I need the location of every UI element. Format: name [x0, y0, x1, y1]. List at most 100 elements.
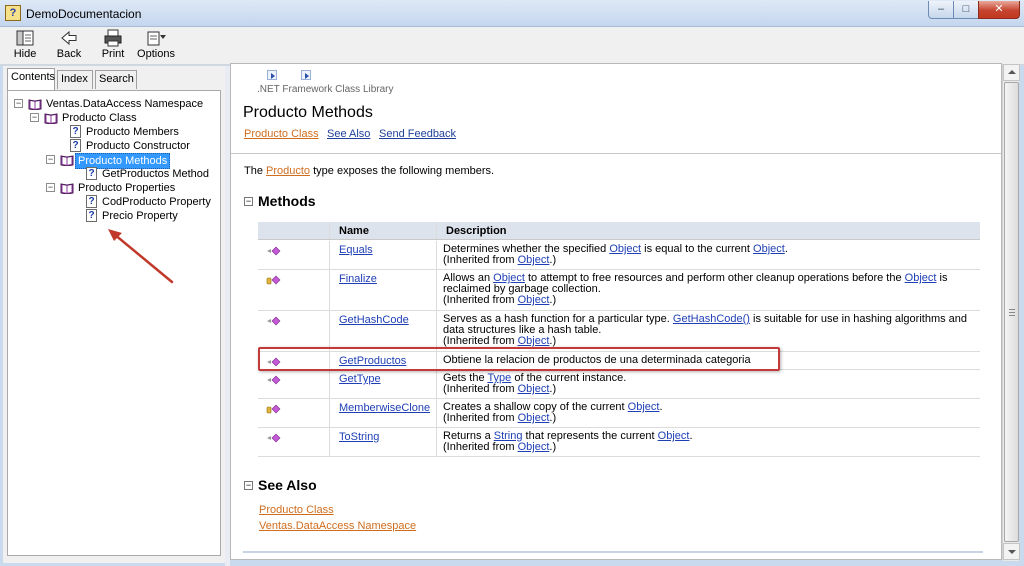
header-cell-name: Name [331, 222, 437, 239]
method-description: Creates a shallow copy of the current Ob… [443, 401, 663, 424]
book-open-icon [60, 183, 74, 194]
method-icon-cell [258, 311, 330, 351]
tab-contents[interactable]: Contents [7, 68, 55, 90]
help-app-icon: ? [5, 5, 21, 21]
inherited-from-link[interactable]: Object [518, 335, 550, 347]
collapse-icon[interactable]: − [30, 113, 39, 122]
table-header-row: Name Description [258, 222, 980, 240]
tree-node-class[interactable]: − Producto Class [30, 111, 214, 125]
back-arrow-icon [61, 30, 77, 46]
inherited-from-link[interactable]: Object [518, 383, 550, 395]
tree-node-members[interactable]: ? Producto Members [70, 125, 214, 139]
scroll-up-icon[interactable] [1003, 64, 1020, 81]
producto-type-link[interactable]: Producto [266, 165, 310, 177]
close-button[interactable]: ✕ [978, 1, 1020, 19]
table-row: ToString Returns a String that represents… [258, 428, 980, 457]
method-link[interactable]: Equals [339, 244, 373, 256]
type-link[interactable]: Object [658, 430, 690, 442]
contents-tree: − Ventas.DataAccess Namespace − Producto… [7, 90, 221, 556]
tree-node-codproducto[interactable]: ? CodProducto Property [86, 195, 214, 209]
method-icon-cell [258, 428, 330, 456]
tab-index[interactable]: Index [57, 70, 93, 89]
collapse-section-icon[interactable]: − [244, 197, 253, 206]
hide-button[interactable]: Hide [10, 29, 40, 63]
method-link[interactable]: GetType [339, 373, 381, 385]
collapse-section-icon[interactable]: − [244, 481, 253, 490]
method-description-cell: Determines whether the specified Object … [438, 241, 978, 269]
collapse-icon[interactable]: − [46, 183, 55, 192]
method-icon-cell [258, 241, 330, 269]
header-cell-description: Description [446, 225, 507, 237]
method-name-cell: MemberwiseClone [331, 399, 437, 427]
collapse-icon[interactable]: − [46, 155, 55, 164]
tree-node-namespace[interactable]: − Ventas.DataAccess Namespace [14, 97, 214, 111]
hide-label: Hide [13, 48, 37, 60]
table-row: GetType Gets the Type of the current inst… [258, 370, 980, 399]
back-button[interactable]: Back [54, 29, 84, 63]
method-name-cell: ToString [331, 428, 437, 456]
method-link[interactable]: ToString [339, 431, 379, 443]
options-label: Options [137, 48, 175, 60]
maximize-button[interactable]: □ [953, 1, 979, 19]
table-row: MemberwiseClone Creates a shallow copy of… [258, 399, 980, 428]
type-link[interactable]: Object [628, 401, 660, 413]
see-also-class-link[interactable]: Producto Class [259, 504, 334, 516]
see-also-namespace-link[interactable]: Ventas.DataAccess Namespace [259, 520, 416, 532]
public-method-icon [267, 246, 281, 256]
type-link[interactable]: Object [905, 272, 937, 284]
method-name-cell: GetHashCode [331, 311, 437, 351]
help-topic-icon: ? [86, 167, 97, 180]
tree-node-methods[interactable]: − Producto Methods [46, 153, 214, 169]
navigation-pane: Contents Index Search − Ventas.DataAcces… [3, 66, 225, 563]
producto-class-link[interactable]: Producto Class [244, 128, 319, 140]
tree-label-constructor: Producto Constructor [86, 140, 190, 152]
collapse-icon[interactable]: − [14, 99, 23, 108]
print-button[interactable]: Print [98, 29, 128, 63]
help-topic-icon: ? [86, 195, 97, 208]
printer-icon [104, 29, 122, 47]
scroll-thumb[interactable] [1004, 82, 1019, 542]
public-method-icon [267, 375, 281, 385]
inherited-from-link[interactable]: Object [518, 412, 550, 424]
topic-header: .NET Framework Class Library Producto Me… [231, 64, 1001, 154]
send-feedback-link[interactable]: Send Feedback [379, 128, 456, 140]
page-title: Producto Methods [243, 104, 373, 121]
tree-label-members: Producto Members [86, 126, 179, 138]
toolbar: Hide Back Print Options [0, 27, 1024, 65]
sync-arrow-icon[interactable] [267, 70, 277, 80]
tree-node-constructor[interactable]: ? Producto Constructor [70, 139, 214, 153]
method-name-cell: Finalize [331, 270, 437, 310]
method-icon-cell [258, 370, 330, 398]
scroll-down-icon[interactable] [1003, 543, 1020, 560]
protected-method-icon [266, 404, 281, 414]
type-link[interactable]: GetHashCode() [673, 313, 750, 325]
library-name: .NET Framework Class Library [257, 84, 394, 95]
hide-pane-icon [16, 30, 34, 46]
tree-node-properties[interactable]: − Producto Properties [46, 181, 214, 195]
title-bar: ? DemoDocumentacion ‒ □ ✕ [0, 0, 1024, 27]
method-description-cell: Gets the Type of the current instance. (I… [438, 370, 978, 398]
footer-divider [243, 551, 983, 553]
type-link[interactable]: Object [753, 243, 785, 255]
method-link[interactable]: MemberwiseClone [339, 402, 430, 414]
tree-node-getproductos[interactable]: ? GetProductos Method [86, 167, 214, 181]
tree-label-class: Producto Class [62, 112, 137, 124]
tree-node-precio[interactable]: ? Precio Property [86, 209, 214, 223]
print-label: Print [101, 48, 125, 60]
sync-arrow-icon[interactable] [301, 70, 311, 80]
method-link[interactable]: GetHashCode [339, 314, 409, 326]
method-description: Gets the Type of the current instance. (I… [443, 372, 627, 395]
method-link[interactable]: Finalize [339, 273, 377, 285]
inherited-from-link[interactable]: Object [518, 254, 550, 266]
type-link[interactable]: Object [609, 243, 641, 255]
intro-text: The Producto type exposes the following … [244, 165, 494, 177]
see-also-link[interactable]: See Also [327, 128, 370, 140]
minimize-button[interactable]: ‒ [928, 1, 954, 19]
inherited-from-link[interactable]: Object [518, 294, 550, 306]
inherited-from-link[interactable]: Object [518, 441, 550, 453]
book-open-icon [28, 99, 42, 110]
see-also-heading: See Also [258, 477, 317, 493]
tab-search[interactable]: Search [95, 70, 137, 89]
vertical-scrollbar[interactable] [1002, 64, 1020, 561]
options-button[interactable]: Options [136, 29, 176, 63]
